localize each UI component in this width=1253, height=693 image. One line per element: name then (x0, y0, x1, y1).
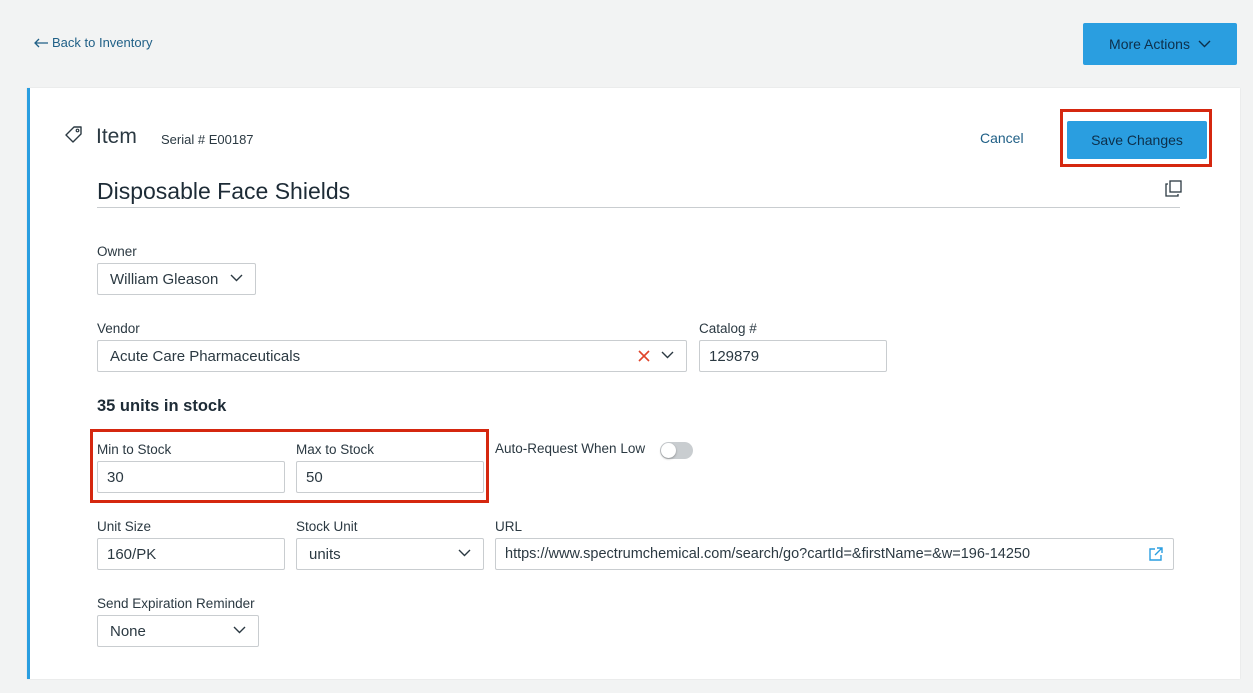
copy-icon[interactable] (1165, 180, 1182, 197)
auto-request-toggle[interactable] (660, 442, 693, 459)
max-stock-input[interactable]: 50 (296, 461, 484, 493)
max-stock-label: Max to Stock (296, 442, 375, 457)
more-actions-label: More Actions (1109, 36, 1190, 52)
catalog-label: Catalog # (699, 321, 757, 336)
serial-value: E00187 (208, 132, 254, 147)
catalog-value: 129879 (709, 347, 760, 365)
chevron-down-icon (230, 274, 243, 282)
clear-x-icon[interactable] (638, 350, 650, 362)
unit-size-label: Unit Size (97, 519, 152, 534)
owner-select[interactable]: William Gleason (97, 263, 256, 295)
cancel-button[interactable]: Cancel (980, 130, 1024, 146)
unit-size-input[interactable]: 160/PK (97, 538, 285, 570)
toggle-knob (661, 443, 676, 458)
owner-value: William Gleason (110, 270, 219, 288)
stock-unit-select[interactable]: units (296, 538, 484, 570)
back-to-inventory-link[interactable]: Back to Inventory (34, 35, 152, 50)
vendor-label: Vendor (97, 321, 140, 336)
min-stock-value: 30 (107, 468, 124, 486)
stock-unit-label: Stock Unit (296, 519, 358, 534)
save-changes-button[interactable]: Save Changes (1067, 121, 1207, 159)
vendor-select[interactable]: Acute Care Pharmaceuticals (97, 340, 687, 372)
more-actions-button[interactable]: More Actions (1083, 23, 1237, 65)
back-link-label: Back to Inventory (52, 35, 153, 50)
expiration-label: Send Expiration Reminder (97, 596, 255, 611)
owner-label: Owner (97, 244, 137, 259)
expiration-value: None (110, 622, 146, 640)
serial-number: Serial # E00187 (161, 132, 254, 147)
chevron-down-icon (458, 549, 471, 557)
chevron-down-icon (233, 626, 246, 634)
unit-size-value: 160/PK (107, 545, 157, 563)
url-input[interactable]: https://www.spectrumchemical.com/search/… (495, 538, 1174, 570)
url-value: https://www.spectrumchemical.com/search/… (505, 546, 1031, 562)
min-stock-input[interactable]: 30 (97, 461, 285, 493)
expiration-select[interactable]: None (97, 615, 259, 647)
vendor-value: Acute Care Pharmaceuticals (110, 347, 301, 365)
external-link-icon[interactable] (1148, 546, 1164, 562)
tag-icon (65, 126, 82, 143)
arrow-left-icon (34, 38, 48, 47)
max-stock-value: 50 (306, 468, 323, 486)
url-label: URL (495, 519, 523, 534)
item-name-input[interactable] (97, 176, 1180, 208)
item-card: Item Serial # E00187 Cancel Save Changes… (27, 88, 1240, 679)
chevron-down-icon (1198, 40, 1211, 48)
serial-label: Serial # (161, 132, 206, 147)
stock-unit-value: units (309, 545, 341, 563)
chevron-down-icon (661, 351, 674, 359)
min-stock-label: Min to Stock (97, 442, 172, 457)
stock-count: 35 units in stock (97, 397, 227, 415)
item-heading: Item (96, 125, 137, 148)
catalog-input[interactable]: 129879 (699, 340, 887, 372)
auto-request-label: Auto-Request When Low (495, 441, 646, 456)
